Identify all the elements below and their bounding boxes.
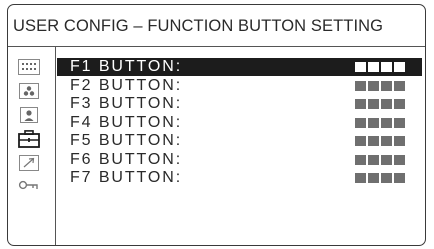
menu-row-f7[interactable]: F7 BUTTON: — [57, 169, 422, 187]
value-block — [355, 117, 366, 128]
menu-row-label: F5 BUTTON: — [70, 132, 183, 149]
value-block — [394, 80, 405, 91]
value-block — [394, 136, 405, 146]
menu-row-f6[interactable]: F6 BUTTON: — [57, 151, 422, 169]
menu-row-label: F2 BUTTON: — [70, 76, 183, 94]
menu-row-f2[interactable]: F2 BUTTON: — [57, 77, 422, 95]
menu-row-f1[interactable]: F1 BUTTON: — [57, 58, 422, 76]
value-block — [355, 99, 366, 109]
value-block — [355, 136, 366, 146]
arrow-icon[interactable] — [17, 154, 41, 172]
menu-row-f5[interactable]: F5 BUTTON: — [57, 132, 422, 150]
value-indicator — [355, 80, 405, 91]
menu-row-label: F6 BUTTON: — [70, 150, 183, 168]
menu-row-label: F3 BUTTON: — [70, 95, 183, 112]
value-block — [381, 62, 392, 72]
value-block — [381, 173, 392, 183]
value-block — [381, 154, 392, 165]
value-block — [394, 99, 405, 109]
menu-row-label: F4 BUTTON: — [70, 113, 183, 131]
value-indicator — [355, 117, 405, 128]
value-block — [368, 80, 379, 91]
value-indicator — [355, 99, 405, 109]
key-icon[interactable] — [17, 176, 41, 194]
value-block — [394, 154, 405, 165]
value-indicator — [355, 154, 405, 165]
grid-icon[interactable] — [17, 58, 41, 76]
value-block — [355, 80, 366, 91]
value-block — [368, 62, 379, 72]
value-block — [355, 154, 366, 165]
page-title: USER CONFIG – FUNCTION BUTTON SETTING — [13, 17, 384, 35]
value-indicator — [355, 173, 405, 183]
value-block — [381, 117, 392, 128]
value-indicator — [355, 136, 405, 146]
person-icon[interactable] — [17, 106, 41, 124]
value-block — [381, 99, 392, 109]
menu-row-f4[interactable]: F4 BUTTON: — [57, 114, 422, 132]
value-block — [394, 62, 405, 72]
value-block — [381, 136, 392, 146]
menu-row-f3[interactable]: F3 BUTTON: — [57, 95, 422, 113]
value-block — [368, 136, 379, 146]
sidebar-divider — [55, 47, 56, 245]
toolbox-icon[interactable] — [17, 130, 41, 148]
value-block — [368, 173, 379, 183]
value-block — [394, 173, 405, 183]
header-divider — [8, 46, 425, 47]
value-block — [381, 80, 392, 91]
value-block — [355, 173, 366, 183]
value-block — [368, 154, 379, 165]
value-block — [394, 117, 405, 128]
value-block — [368, 117, 379, 128]
menu-row-label: F7 BUTTON: — [70, 169, 183, 186]
value-indicator — [355, 62, 405, 72]
value-block — [355, 62, 366, 72]
three-dots-icon[interactable] — [17, 82, 41, 100]
value-block — [368, 99, 379, 109]
menu-row-label: F1 BUTTON: — [70, 58, 183, 75]
